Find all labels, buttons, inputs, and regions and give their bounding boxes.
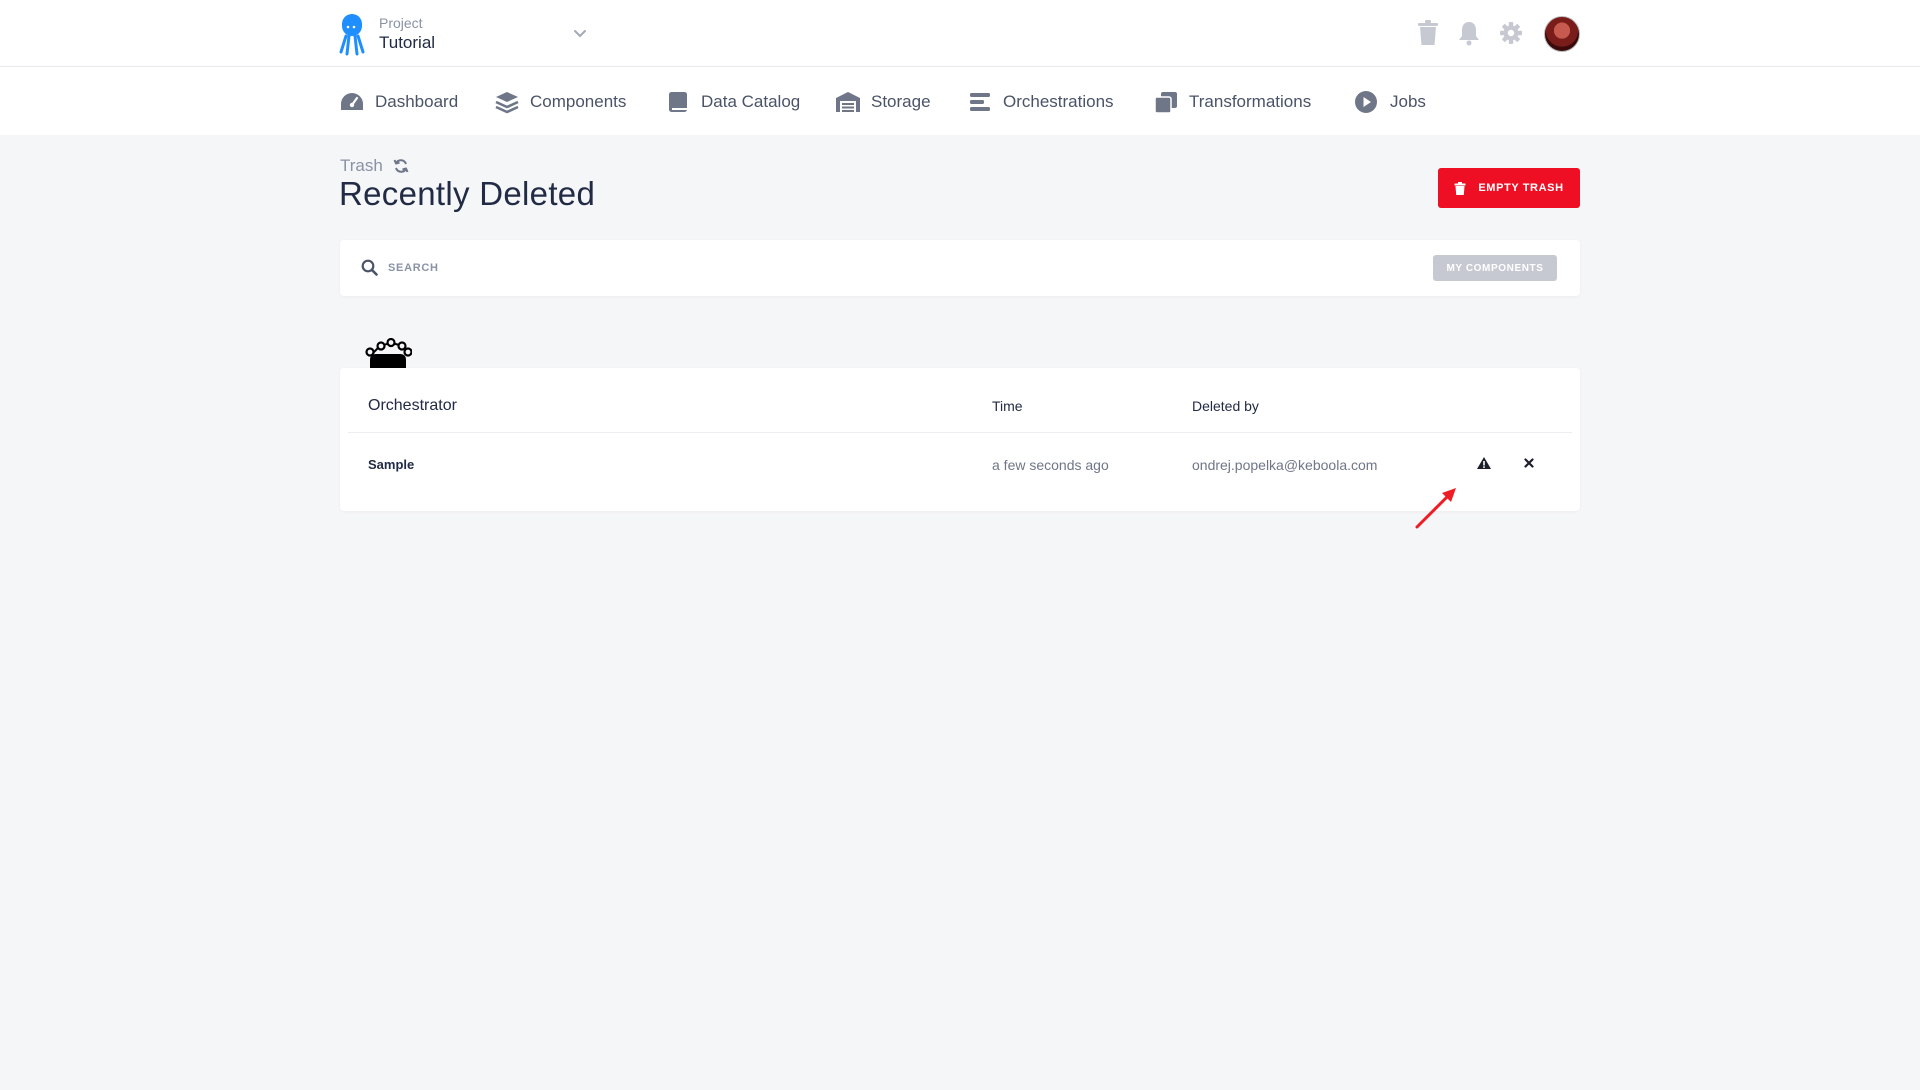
deleted-items-table: Orchestrator Time Deleted by Sample a fe… (340, 368, 1580, 511)
column-header-deleted-by: Deleted by (1192, 398, 1259, 414)
book-icon (669, 92, 687, 112)
breadcrumb: Trash (340, 156, 409, 176)
project-name: Tutorial (379, 33, 436, 52)
nav-item-transformations[interactable]: Transformations (1153, 89, 1311, 115)
row-time: a few seconds ago (992, 457, 1109, 473)
nav-item-orchestrations[interactable]: Orchestrations (967, 89, 1114, 115)
page-title: Recently Deleted (339, 175, 596, 212)
project-label: Project (379, 15, 423, 31)
nav-item-dashboard[interactable]: Dashboard (339, 89, 458, 115)
row-name: Sample (368, 457, 415, 472)
top-bar: Project Tutorial (0, 0, 1920, 67)
search-input[interactable] (388, 255, 1288, 281)
nav-label: Data Catalog (701, 92, 801, 111)
avatar[interactable] (1544, 16, 1580, 52)
table-row: Sample a few seconds ago ondrej.popelka@… (340, 433, 1580, 497)
search-icon (361, 259, 378, 276)
main-nav: Dashboard Components Data Catalog Storag… (0, 67, 1920, 135)
trash-icon[interactable] (1416, 20, 1440, 46)
warehouse-icon (836, 92, 860, 112)
my-components-button[interactable]: MY COMPONENTS (1433, 255, 1557, 281)
trash-icon (1454, 181, 1466, 195)
dashboard-icon (341, 93, 363, 110)
project-switcher[interactable]: Project Tutorial (379, 15, 435, 54)
column-header-time: Time (992, 398, 1023, 414)
breadcrumb-trash[interactable]: Trash (340, 156, 383, 176)
bell-icon[interactable] (1457, 20, 1481, 46)
empty-trash-button[interactable]: EMPTY TRASH (1438, 168, 1580, 208)
nav-label: Components (530, 92, 627, 111)
layers-icon (495, 92, 519, 114)
nav-label: Dashboard (375, 92, 459, 111)
play-circle-icon (1355, 91, 1377, 113)
nav-item-jobs[interactable]: Jobs (1354, 89, 1426, 115)
nav-item-data-catalog[interactable]: Data Catalog (665, 89, 800, 115)
empty-trash-label: EMPTY TRASH (1478, 182, 1564, 194)
copy-icon (1154, 92, 1177, 114)
search-bar: MY COMPONENTS (340, 240, 1580, 296)
nav-label: Storage (871, 92, 931, 111)
nav-label: Orchestrations (1003, 92, 1114, 111)
nav-item-components[interactable]: Components (494, 89, 626, 115)
annotation-arrow-icon (1415, 488, 1456, 529)
nav-label: Transformations (1189, 92, 1312, 111)
nav-item-storage[interactable]: Storage (835, 89, 931, 115)
warning-icon[interactable] (1476, 455, 1492, 471)
close-icon[interactable] (1521, 455, 1537, 471)
refresh-icon[interactable] (393, 158, 409, 174)
bars-icon (970, 93, 990, 111)
row-deleted-by: ondrej.popelka@keboola.com (1192, 457, 1378, 473)
column-header-name: Orchestrator (368, 397, 457, 414)
chevron-down-icon[interactable] (572, 25, 588, 41)
nav-label: Jobs (1390, 92, 1426, 111)
gear-icon[interactable] (1499, 20, 1523, 46)
keboola-logo-icon[interactable] (338, 12, 380, 56)
